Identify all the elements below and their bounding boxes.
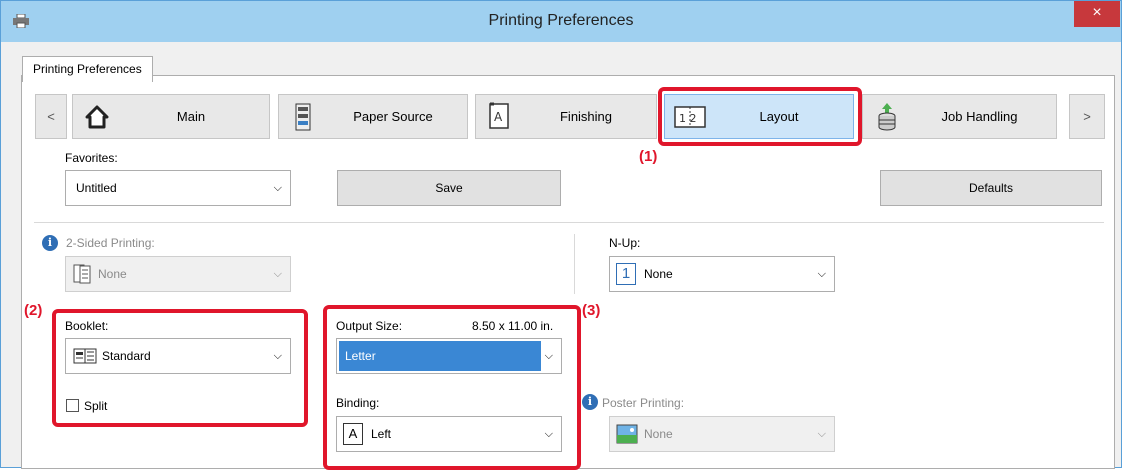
booklet-select[interactable]: Standard ⌵ — [65, 338, 291, 374]
info-icon: i — [42, 235, 58, 251]
split-checkbox[interactable] — [66, 399, 79, 412]
nav-paper-source-label: Paper Source — [353, 109, 433, 124]
binding-icon: A — [343, 423, 363, 445]
defaults-button[interactable]: Defaults — [880, 170, 1102, 206]
nup-select[interactable]: 1 None ⌵ — [609, 256, 835, 292]
favorites-select[interactable]: Untitled ⌵ — [65, 170, 291, 206]
two-sided-value: None — [98, 267, 127, 281]
printing-preferences-window: Printing Preferences × Printing Preferen… — [0, 0, 1122, 470]
chevron-down-icon: ⌵ — [817, 428, 826, 440]
favorites-label: Favorites: — [65, 151, 118, 165]
chevron-down-icon: ⌵ — [544, 350, 553, 362]
nup-icon: 1 — [616, 263, 636, 285]
callout-1: (1) — [639, 148, 658, 165]
favorites-value: Untitled — [76, 181, 117, 195]
booklet-label: Booklet: — [65, 319, 109, 333]
title-bar: Printing Preferences × — [1, 1, 1121, 42]
nav-main-label: Main — [176, 109, 206, 124]
nav-finishing-button[interactable]: A Finishing — [475, 94, 657, 139]
highlight-box-layout — [658, 87, 862, 146]
divider — [34, 222, 1104, 223]
chevron-down-icon: ⌵ — [273, 350, 282, 362]
booklet-value: Standard — [102, 349, 151, 363]
output-size-dimensions: 8.50 x 11.00 in. — [472, 319, 554, 333]
output-size-value: Letter — [345, 349, 376, 363]
nav-paper-source-button[interactable]: Paper Source — [278, 94, 468, 139]
window-title: Printing Preferences — [488, 12, 634, 29]
nup-value: None — [644, 267, 673, 281]
callout-2: (2) — [24, 302, 43, 319]
split-label: Split — [84, 399, 108, 413]
tab-printing-preferences[interactable]: Printing Preferences — [22, 56, 153, 82]
chevron-down-icon: ⌵ — [273, 182, 282, 194]
booklet-icon — [73, 348, 97, 364]
nav-job-handling-button[interactable]: Job Handling — [862, 94, 1057, 139]
vertical-divider — [574, 234, 575, 294]
info-icon: i — [582, 394, 598, 410]
binding-label: Binding: — [336, 396, 380, 410]
two-sided-select[interactable]: None ⌵ — [65, 256, 291, 292]
chevron-down-icon: ⌵ — [273, 268, 282, 280]
output-size-select[interactable]: Letter ⌵ — [336, 338, 562, 374]
binding-value: Left — [371, 427, 392, 441]
nav-next-button[interactable]: > — [1069, 94, 1105, 139]
poster-label: Poster Printing: — [602, 396, 685, 410]
nav-job-handling-label: Job Handling — [941, 109, 1018, 124]
nav-main-button[interactable]: Main — [72, 94, 270, 139]
nup-label: N-Up: — [609, 236, 641, 250]
poster-icon — [616, 424, 638, 444]
preferences-panel: < Main Paper Source A Finishing 1 2 Layo… — [21, 75, 1115, 470]
tab-strip: Printing Preferences — [1, 42, 1121, 82]
two-sided-icon — [73, 264, 91, 284]
poster-value: None — [644, 427, 673, 441]
nav-prev-button[interactable]: < — [35, 94, 67, 139]
output-size-label: Output Size: — [336, 319, 403, 333]
binding-select[interactable]: A Left ⌵ — [336, 416, 562, 452]
two-sided-label: 2-Sided Printing: — [66, 236, 155, 250]
chevron-down-icon: ⌵ — [544, 428, 553, 440]
poster-select[interactable]: None ⌵ — [609, 416, 835, 452]
nav-finishing-label: Finishing — [559, 109, 613, 124]
callout-3: (3) — [582, 302, 601, 319]
save-button[interactable]: Save — [337, 170, 561, 206]
chevron-down-icon: ⌵ — [817, 268, 826, 280]
close-button[interactable]: × — [1074, 1, 1120, 27]
